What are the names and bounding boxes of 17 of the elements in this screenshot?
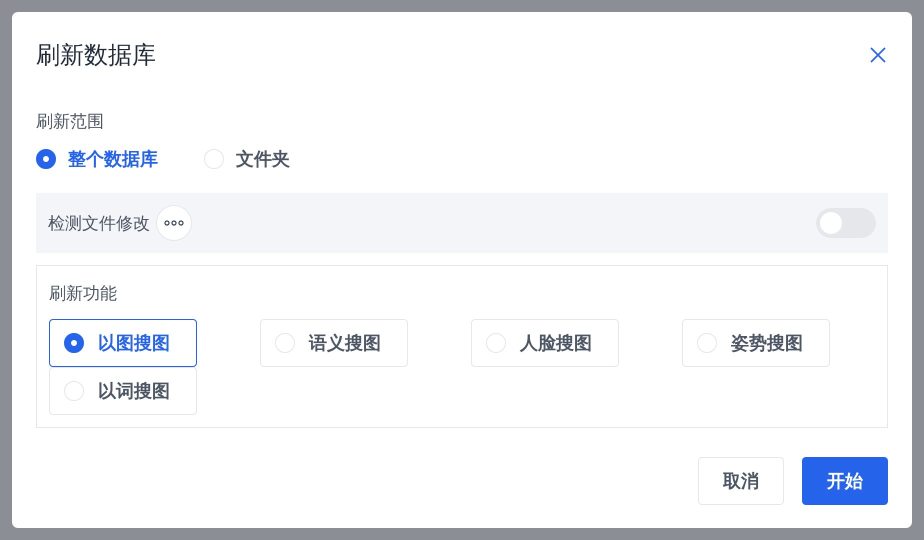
cancel-button[interactable]: 取消 (698, 457, 784, 505)
ellipsis-icon (164, 220, 184, 226)
close-icon[interactable] (870, 47, 886, 63)
radio-option[interactable]: 语义搜图 (260, 319, 408, 367)
section-label: 刷新范围 (36, 111, 105, 133)
radio-option[interactable]: 姿势搜图 (682, 319, 830, 367)
radio-option[interactable]: 以图搜图 (49, 319, 197, 367)
dialog-title: 刷新数据库 (36, 40, 156, 71)
radio-option[interactable]: 以词搜图 (49, 367, 197, 415)
start-button[interactable]: 开始 (802, 457, 888, 505)
section-label: 刷新功能 (49, 283, 118, 305)
toggle-switch[interactable] (816, 208, 876, 238)
more-button[interactable] (156, 205, 192, 241)
radio-option[interactable]: 人脸搜图 (471, 319, 619, 367)
setting-label: 检测文件修改 (48, 212, 150, 234)
radio-option[interactable]: 整个数据库 (36, 147, 158, 171)
radio-option[interactable]: 文件夹 (204, 147, 290, 171)
